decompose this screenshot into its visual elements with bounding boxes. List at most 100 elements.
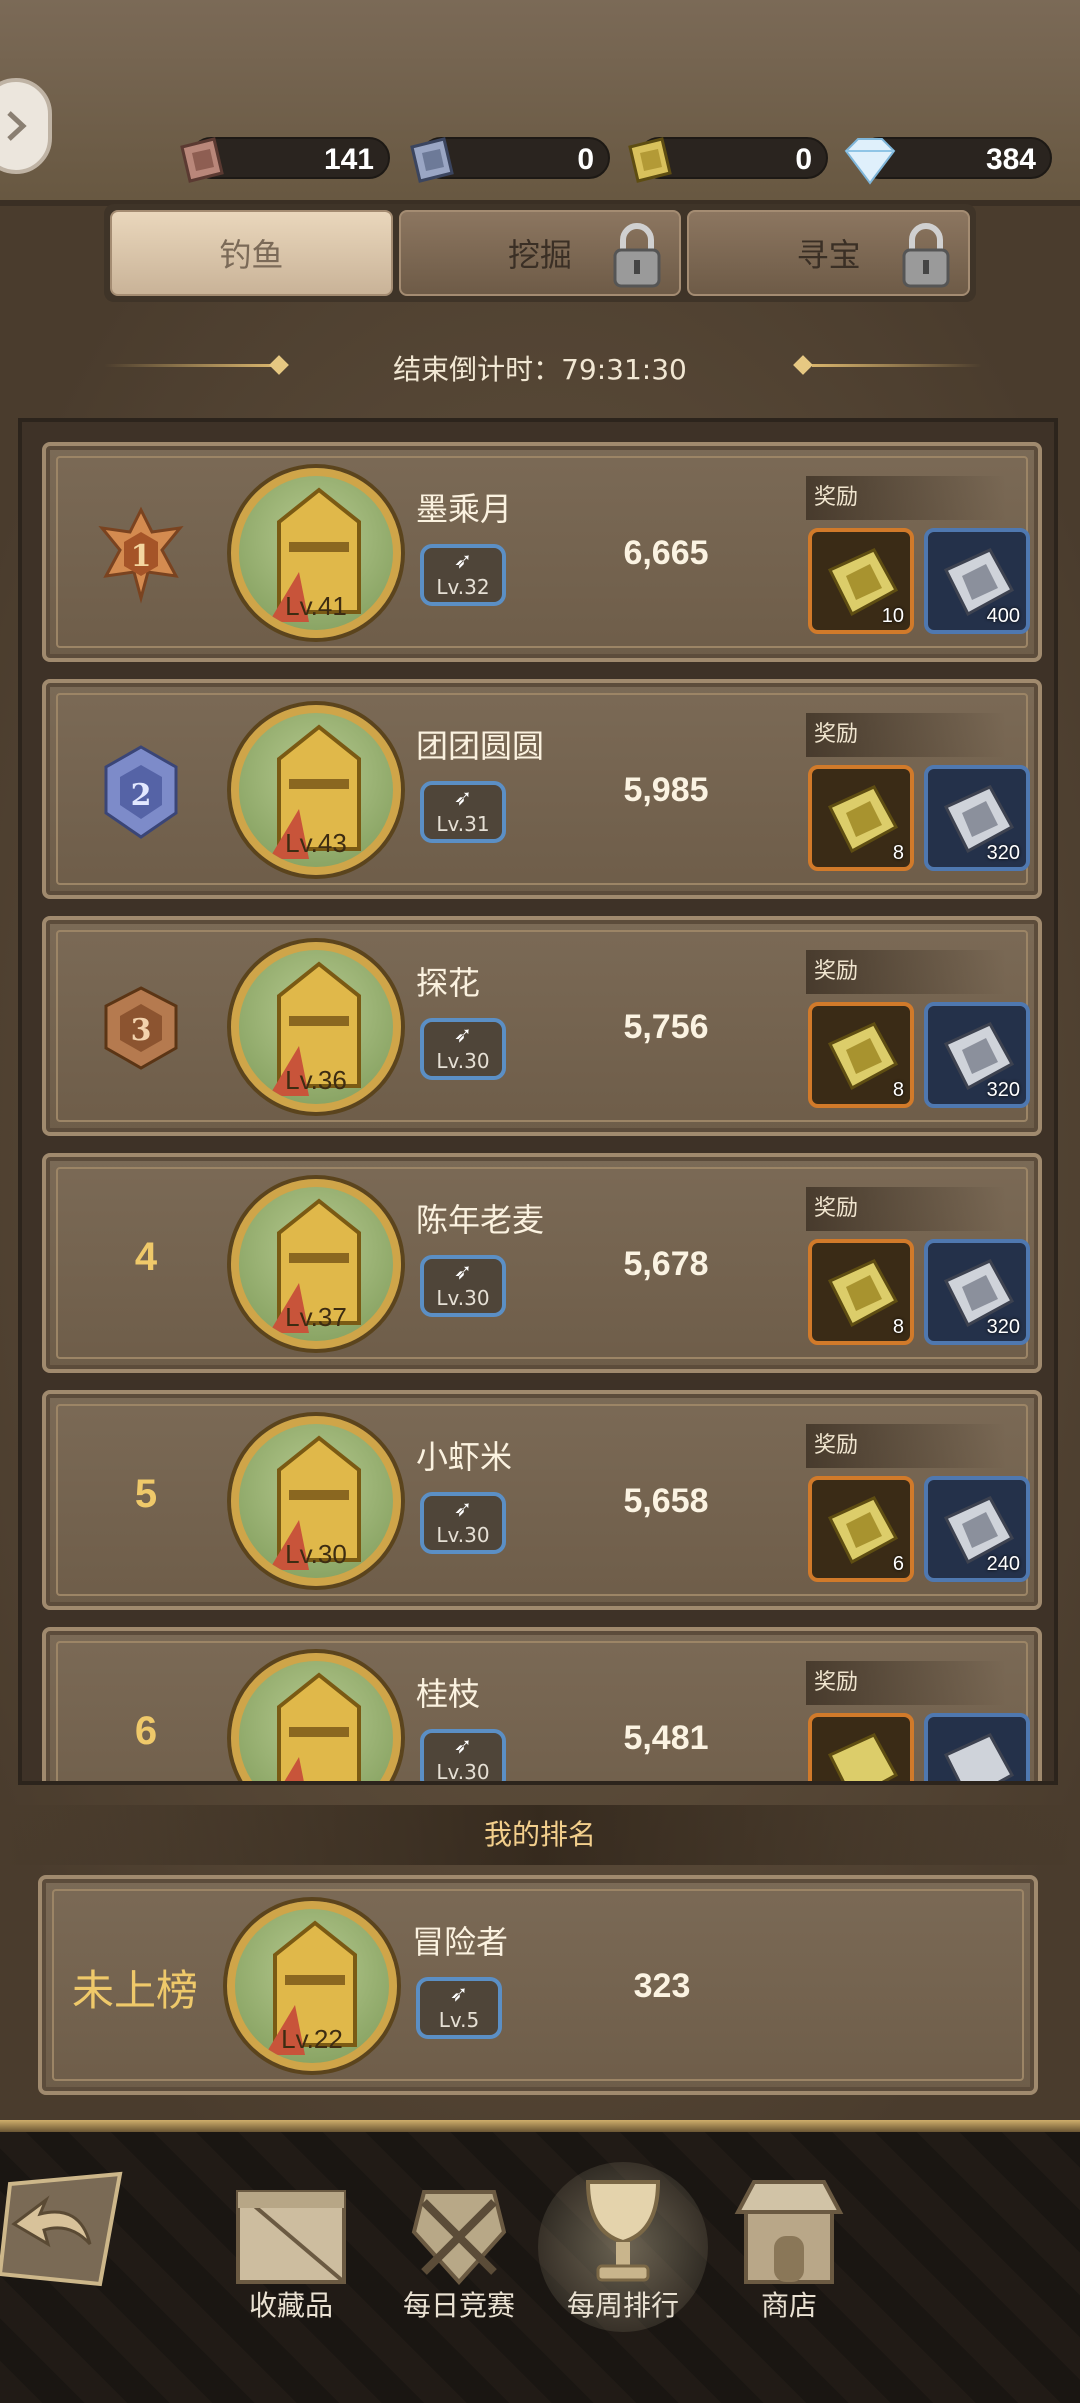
- reward-silver-ore[interactable]: 320: [924, 1002, 1030, 1108]
- reward-count: 320: [986, 842, 1020, 864]
- gold-ore-icon: [827, 1259, 899, 1328]
- reward-label: 奖励: [806, 713, 1006, 757]
- gold-ore-icon: [827, 1733, 899, 1781]
- reward-count: 240: [986, 1553, 1020, 1575]
- avatar[interactable]: Lv.30: [231, 1416, 401, 1586]
- rank-1-badge-icon: 1: [98, 506, 184, 604]
- leaderboard-list[interactable]: 1 Lv.41 墨乘月 ➶ Lv.32 6,665 奖励 10 400 2 Lv…: [18, 418, 1058, 1785]
- crossed-tools-icon: [411, 2190, 507, 2285]
- trophy-icon: [585, 2180, 661, 2282]
- fishing-level: Lv.31: [436, 812, 490, 836]
- nav-divider: [0, 2120, 1080, 2132]
- resource-value: 0: [577, 143, 594, 176]
- leaderboard-row[interactable]: 6 桂枝 ➶ Lv.30 5,481 奖励: [42, 1627, 1042, 1781]
- fish-icon: ➶: [453, 1023, 473, 1048]
- reward-silver-ore[interactable]: [924, 1713, 1030, 1781]
- player-name: 小虾米: [416, 1438, 513, 1476]
- expand-button[interactable]: [0, 78, 52, 174]
- nav-daily-contest[interactable]: 每日竞赛: [384, 2172, 534, 2322]
- reward-gold-ore[interactable]: 10: [808, 528, 914, 634]
- score: 5,678: [623, 1245, 709, 1283]
- nav-shop[interactable]: 商店: [714, 2172, 864, 2322]
- svg-text:3: 3: [131, 1013, 152, 1048]
- tab-treasure[interactable]: 寻宝: [687, 210, 971, 296]
- score: 323: [633, 1967, 691, 2005]
- resource-gold-ore: 0: [628, 137, 828, 183]
- diamond-icon: [844, 138, 896, 185]
- leaderboard-row[interactable]: 3 Lv.36 探花 ➶ Lv.30 5,756 奖励 8 320: [42, 916, 1042, 1136]
- avatar[interactable]: Lv.22: [227, 1901, 397, 2071]
- score: 5,985: [623, 771, 709, 809]
- reward-silver-ore[interactable]: 240: [924, 1476, 1030, 1582]
- unranked-label: 未上榜: [72, 1966, 199, 2015]
- blue-ore-icon: [410, 137, 454, 183]
- fish-icon: ➶: [453, 549, 473, 574]
- avatar[interactable]: Lv.37: [231, 1179, 401, 1349]
- fishing-level: Lv.30: [436, 1049, 490, 1073]
- resource-red-ore: 141: [180, 137, 390, 183]
- crate-icon: [236, 2190, 346, 2284]
- reward-silver-ore[interactable]: 400: [924, 528, 1030, 634]
- nav-weekly-ranking[interactable]: 每周排行: [538, 2162, 708, 2332]
- reward-silver-ore[interactable]: 320: [924, 765, 1030, 871]
- fish-icon: ➶: [449, 1982, 469, 2007]
- reward-label: 奖励: [806, 476, 1006, 520]
- my-rank-header: 我的排名: [0, 1805, 1080, 1865]
- reward-count: 320: [986, 1316, 1020, 1338]
- nav-collectibles[interactable]: 收藏品: [216, 2172, 366, 2322]
- score: 5,658: [623, 1482, 709, 1520]
- avatar[interactable]: Lv.43: [231, 705, 401, 875]
- tab-fishing[interactable]: 钓鱼: [110, 210, 393, 296]
- svg-text:2: 2: [131, 778, 152, 813]
- gold-ore-icon: [827, 1022, 899, 1091]
- countdown-row: 结束倒计时：79:31:30: [0, 344, 1080, 388]
- leaderboard-row[interactable]: 4 Lv.37 陈年老麦 ➶ Lv.30 5,678 奖励 8 320: [42, 1153, 1042, 1373]
- my-rank-row[interactable]: 未上榜 Lv.22 冒险者 ➶ Lv.5 323: [38, 1875, 1038, 2095]
- leaderboard-row[interactable]: 5 Lv.30 小虾米 ➶ Lv.30 5,658 奖励 6 240: [42, 1390, 1042, 1610]
- avatar[interactable]: Lv.41: [231, 468, 401, 638]
- lock-icon: [613, 223, 661, 288]
- reward-label: 奖励: [806, 1661, 1006, 1705]
- leaderboard-row[interactable]: 1 Lv.41 墨乘月 ➶ Lv.32 6,665 奖励 10 400: [42, 442, 1042, 662]
- tab-digging[interactable]: 挖掘: [398, 210, 682, 296]
- player-name: 桂枝: [416, 1675, 481, 1713]
- reward-label: 奖励: [806, 1187, 1006, 1231]
- player-name: 冒险者: [412, 1923, 509, 1961]
- red-ore-icon: [180, 137, 224, 183]
- svg-text:1: 1: [131, 539, 152, 574]
- gold-ore-icon: [827, 785, 899, 854]
- rank-number: 5: [134, 1472, 158, 1516]
- category-tabs: 钓鱼 挖掘 寻宝: [104, 204, 976, 302]
- back-arrow-icon[interactable]: [0, 2164, 134, 2294]
- reward-label: 奖励: [806, 950, 1006, 994]
- tab-label: 挖掘: [508, 236, 573, 274]
- fishing-level-badge: ➶ Lv.30: [420, 1729, 506, 1781]
- reward-gold-ore[interactable]: 6: [808, 1476, 914, 1582]
- fish-icon: ➶: [453, 786, 473, 811]
- leaderboard-row[interactable]: 2 Lv.43 团团圆圆 ➶ Lv.31 5,985 奖励 8 320: [42, 679, 1042, 899]
- reward-gold-ore[interactable]: 8: [808, 1002, 914, 1108]
- avatar-level: Lv.30: [285, 1539, 347, 1569]
- score: 5,481: [623, 1719, 709, 1757]
- gold-ore-icon: [827, 1496, 899, 1565]
- resource-value: 0: [795, 143, 812, 176]
- lock-icon: [902, 223, 950, 288]
- rank-3-badge-icon: 3: [104, 986, 178, 1070]
- top-background: [0, 0, 1080, 220]
- rank-2-badge-icon: 2: [104, 745, 178, 839]
- reward-count: 8: [892, 1316, 904, 1338]
- reward-gold-ore[interactable]: [808, 1713, 914, 1781]
- player-name: 陈年老麦: [416, 1201, 545, 1239]
- fish-icon: ➶: [453, 1260, 473, 1285]
- avatar[interactable]: [231, 1653, 401, 1781]
- fishing-level: Lv.5: [438, 2008, 480, 2032]
- divider-line: [812, 364, 982, 367]
- reward-gold-ore[interactable]: 8: [808, 765, 914, 871]
- tab-label: 钓鱼: [219, 236, 284, 274]
- reward-count: 6: [892, 1553, 904, 1575]
- resource-blue-ore: 0: [410, 137, 610, 183]
- avatar[interactable]: Lv.36: [231, 942, 401, 1112]
- reward-gold-ore[interactable]: 8: [808, 1239, 914, 1345]
- reward-silver-ore[interactable]: 320: [924, 1239, 1030, 1345]
- nav-label: 每周排行: [566, 2289, 679, 2322]
